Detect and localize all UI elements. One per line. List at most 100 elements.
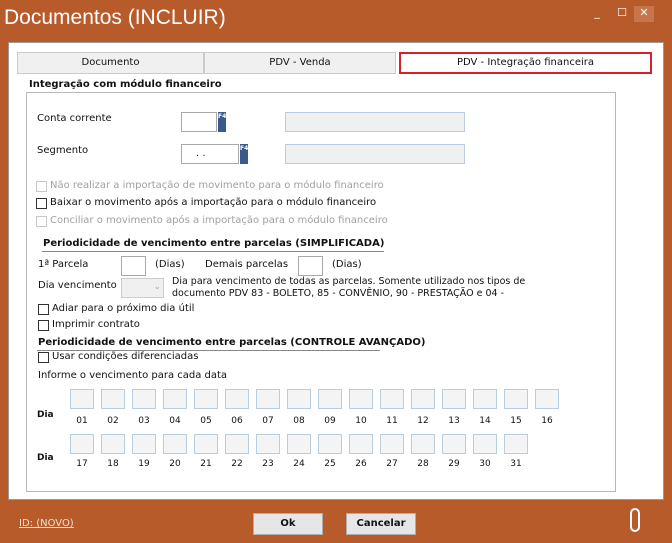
paperclip-icon[interactable] [630, 508, 640, 532]
close-button[interactable]: ✕ [634, 6, 654, 22]
demais-parcelas-label: Demais parcelas [205, 259, 289, 270]
day-number-label: 22 [231, 459, 243, 469]
day-number-label: 01 [76, 416, 88, 426]
tab-documento[interactable]: Documento [17, 52, 204, 74]
group-title: Integração com módulo financeiro [29, 79, 222, 90]
help-text-2: documento PDV 83 - BOLETO, 85 - CONVÊNIO… [172, 288, 505, 299]
window-title: Documentos (INCLUIR) [4, 6, 226, 29]
dias-label-2: (Dias) [332, 259, 362, 270]
day-number-label: 06 [231, 416, 243, 426]
baixar-label: Baixar o movimento após a importação par… [50, 197, 377, 208]
imprimir-checkbox[interactable] [38, 320, 49, 331]
day-number-label: 05 [200, 416, 212, 426]
day-input-14[interactable] [473, 389, 497, 409]
day-input-26[interactable] [349, 434, 373, 454]
dia-vencimento-select[interactable]: ⌄ [121, 278, 164, 298]
maximize-button[interactable]: ☐ [612, 6, 632, 22]
day-input-12[interactable] [411, 389, 435, 409]
day-input-27[interactable] [380, 434, 404, 454]
day-input-31[interactable] [504, 434, 528, 454]
day-number-label: 28 [417, 459, 429, 469]
usar-condicoes-label: Usar condições diferenciadas [52, 351, 199, 362]
day-number-label: 20 [169, 459, 181, 469]
segmento-label: Segmento [37, 145, 89, 156]
day-input-21[interactable] [194, 434, 218, 454]
help-text-1: Dia para vencimento de todas as parcelas… [172, 276, 526, 287]
day-input-01[interactable] [70, 389, 94, 409]
dias-label: (Dias) [155, 259, 185, 270]
primeira-parcela-input[interactable] [121, 256, 146, 276]
day-number-label: 08 [293, 416, 305, 426]
day-input-05[interactable] [194, 389, 218, 409]
day-number-label: 09 [324, 416, 336, 426]
adiar-label: Adiar para o próximo dia útil [52, 303, 195, 314]
day-input-24[interactable] [287, 434, 311, 454]
chevron-down-icon: ⌄ [153, 282, 161, 292]
day-number-label: 02 [107, 416, 119, 426]
day-input-22[interactable] [225, 434, 249, 454]
conciliar-checkbox[interactable] [36, 216, 47, 227]
primeira-parcela-label: 1ª Parcela [38, 259, 89, 270]
day-number-label: 31 [510, 459, 522, 469]
day-input-10[interactable] [349, 389, 373, 409]
conta-corrente-label: Conta corrente [37, 113, 112, 124]
id-link[interactable]: ID: (NOVO) [19, 518, 74, 529]
day-input-09[interactable] [318, 389, 342, 409]
adiar-checkbox[interactable] [38, 304, 49, 315]
nao-realizar-checkbox[interactable] [36, 181, 47, 192]
nao-realizar-label: Não realizar a importação de movimento p… [50, 180, 384, 191]
minimize-button[interactable]: _ [587, 6, 607, 22]
day-number-label: 21 [200, 459, 212, 469]
day-input-17[interactable] [70, 434, 94, 454]
day-number-label: 12 [417, 416, 429, 426]
day-input-16[interactable] [535, 389, 559, 409]
conta-f4-button[interactable]: F4 [218, 112, 226, 132]
day-input-20[interactable] [163, 434, 187, 454]
day-input-18[interactable] [101, 434, 125, 454]
segmento-input[interactable]: . . [181, 144, 239, 164]
day-input-02[interactable] [101, 389, 125, 409]
day-number-label: 24 [293, 459, 305, 469]
divider [42, 251, 384, 252]
demais-parcelas-input[interactable] [298, 256, 323, 276]
day-number-label: 13 [448, 416, 460, 426]
imprimir-label: Imprimir contrato [52, 319, 140, 330]
day-input-11[interactable] [380, 389, 404, 409]
cancel-button[interactable]: Cancelar [346, 513, 416, 535]
day-input-19[interactable] [132, 434, 156, 454]
day-input-06[interactable] [225, 389, 249, 409]
day-number-label: 15 [510, 416, 522, 426]
day-input-25[interactable] [318, 434, 342, 454]
baixar-checkbox[interactable] [36, 198, 47, 209]
day-number-label: 04 [169, 416, 181, 426]
day-input-15[interactable] [504, 389, 528, 409]
informe-label: Informe o vencimento para cada data [38, 370, 228, 381]
day-input-07[interactable] [256, 389, 280, 409]
tab-pdv-venda[interactable]: PDV - Venda [204, 52, 396, 74]
day-input-28[interactable] [411, 434, 435, 454]
day-input-04[interactable] [163, 389, 187, 409]
usar-condicoes-checkbox[interactable] [38, 352, 49, 363]
day-input-30[interactable] [473, 434, 497, 454]
avancado-title: Periodicidade de vencimento entre parcel… [38, 337, 426, 348]
simplificada-title: Periodicidade de vencimento entre parcel… [43, 238, 385, 249]
ok-button[interactable]: Ok [253, 513, 323, 535]
conta-corrente-input[interactable] [181, 112, 217, 132]
day-input-03[interactable] [132, 389, 156, 409]
day-number-label: 19 [138, 459, 150, 469]
segmento-f4-button[interactable]: F4 [240, 144, 248, 164]
dia-label-row2: Dia [37, 453, 54, 463]
day-number-label: 17 [76, 459, 88, 469]
day-input-08[interactable] [287, 389, 311, 409]
day-input-13[interactable] [442, 389, 466, 409]
day-input-29[interactable] [442, 434, 466, 454]
tab-pdv-integracao[interactable]: PDV - Integração financeira [399, 52, 652, 74]
day-number-label: 18 [107, 459, 119, 469]
day-number-label: 25 [324, 459, 336, 469]
conta-descricao-field [285, 112, 465, 132]
day-number-label: 26 [355, 459, 367, 469]
day-input-23[interactable] [256, 434, 280, 454]
segmento-descricao-field [285, 144, 465, 164]
day-number-label: 16 [541, 416, 553, 426]
dia-label-row1: Dia [37, 410, 54, 420]
